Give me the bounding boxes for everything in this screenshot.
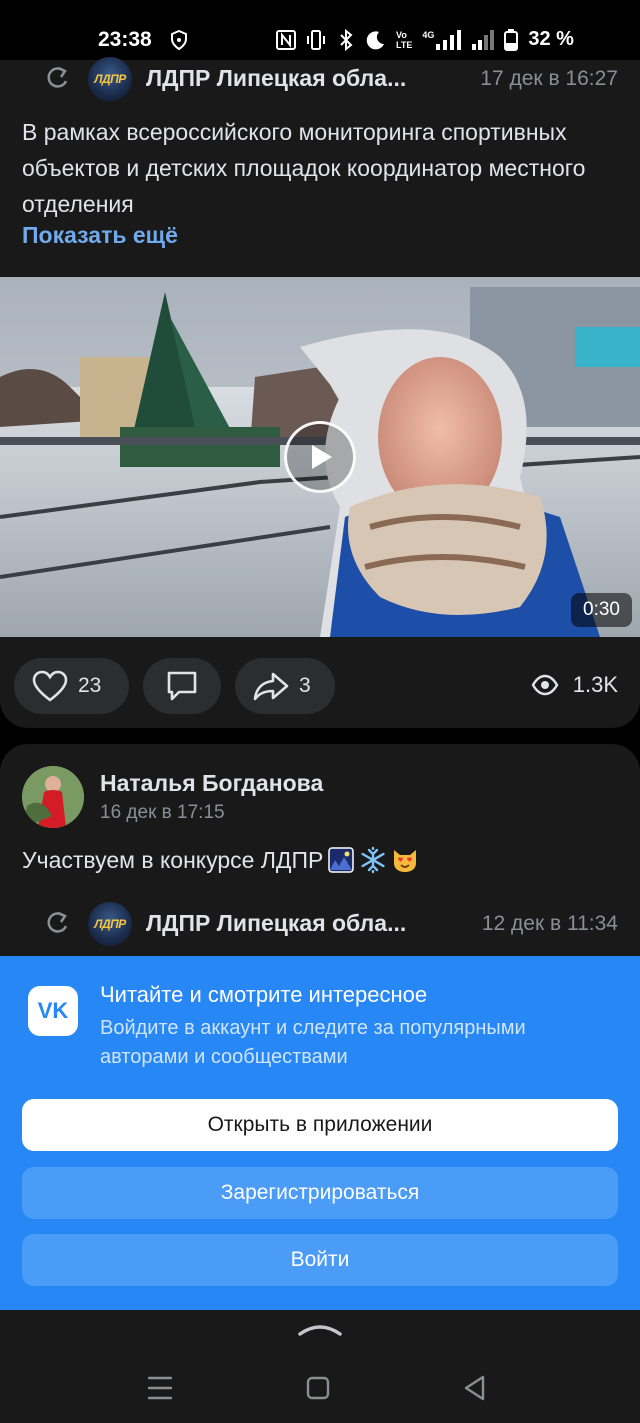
snowflake-emoji-icon: [361, 846, 385, 874]
repost-arrow-icon: [47, 66, 68, 88]
volte-indicator: Vo LTE: [396, 29, 413, 50]
back-triangle-icon[interactable]: [455, 1368, 495, 1408]
shield-icon: [171, 30, 187, 50]
sheet-title: Читайте и смотрите интересное: [100, 982, 428, 1007]
heart-eyes-cat-emoji-icon: [394, 850, 417, 872]
battery-icon: [504, 28, 519, 51]
comment-icon: [167, 671, 197, 701]
battery-percent: 32 %: [528, 28, 574, 50]
post-card: ЛДПР ЛДПР Липецкая обла... 17 дек в 16:2…: [0, 57, 640, 728]
post-actions: 23 3 1.3K: [14, 658, 626, 714]
moon-icon: [366, 30, 384, 49]
views-count: 1.3K: [572, 672, 618, 697]
repost-header[interactable]: ЛДПР ЛДПР Липецкая обла... 17 дек в 16:2…: [0, 57, 640, 105]
group-name[interactable]: ЛДПР Липецкая обла...: [146, 65, 406, 92]
play-button[interactable]: [284, 421, 356, 493]
bottom-area: [0, 1310, 640, 1423]
avatar[interactable]: [22, 766, 84, 828]
status-bar: 23:38 Vo LTE 4G 32 %: [0, 0, 640, 60]
group-avatar[interactable]: ЛДПР: [88, 57, 132, 101]
sheet-subtitle: Войдите в аккаунт и следите за популярны…: [100, 1017, 526, 1068]
status-time: 23:38: [98, 28, 152, 51]
signal-icon: [472, 29, 495, 50]
home-square-icon[interactable]: [298, 1368, 338, 1408]
post-text: В рамках всероссийского мониторинга спор…: [22, 119, 586, 217]
share-count: 3: [299, 674, 311, 697]
heart-icon: [32, 670, 68, 702]
post-date: 16 дек в 17:15: [100, 802, 225, 823]
play-icon: [312, 445, 332, 469]
post-text: Участвуем в конкурсе ЛДПР: [22, 846, 419, 874]
comment-button[interactable]: [143, 658, 221, 714]
vk-logo-icon: VK: [28, 986, 78, 1036]
show-more-link[interactable]: Показать ещё: [22, 222, 178, 249]
post-date: 12 дек в 11:34: [481, 912, 618, 935]
repost-header[interactable]: ЛДПР ЛДПР Липецкая обла... 12 дек в 11:3…: [0, 902, 640, 950]
vibrate-icon: [307, 29, 325, 50]
repost-arrow-icon: [47, 911, 68, 933]
login-button[interactable]: Войти: [22, 1234, 618, 1286]
like-count: 23: [78, 674, 102, 697]
signal-4g-icon: 4G: [422, 29, 462, 50]
login-promo-sheet: VK Читайте и смотрите интересное Войдите…: [0, 956, 640, 1310]
video-player[interactable]: 0:30: [0, 277, 640, 637]
group-avatar[interactable]: ЛДПР: [88, 902, 132, 946]
views-counter: 1.3K: [531, 672, 618, 698]
post-card-2: Наталья Богданова 16 дек в 17:15 Участву…: [0, 744, 640, 984]
eye-icon: [531, 674, 559, 696]
night-city-emoji-icon: [328, 847, 355, 873]
bluetooth-icon: [340, 28, 353, 51]
like-button[interactable]: 23: [14, 658, 129, 714]
nfc-icon: [276, 29, 296, 50]
group-name[interactable]: ЛДПР Липецкая обла...: [146, 910, 406, 937]
share-button[interactable]: 3: [235, 658, 335, 714]
author-name[interactable]: Наталья Богданова: [100, 770, 323, 797]
post-date: 17 дек в 16:27: [480, 67, 618, 90]
recents-menu-icon[interactable]: [140, 1368, 180, 1408]
register-button[interactable]: Зарегистрироваться: [22, 1167, 618, 1219]
share-icon: [253, 672, 289, 701]
video-duration: 0:30: [571, 593, 632, 627]
system-navbar: [0, 1368, 640, 1423]
open-in-app-button[interactable]: Открыть в приложении: [22, 1099, 618, 1151]
chevron-up-icon[interactable]: [296, 1316, 344, 1340]
